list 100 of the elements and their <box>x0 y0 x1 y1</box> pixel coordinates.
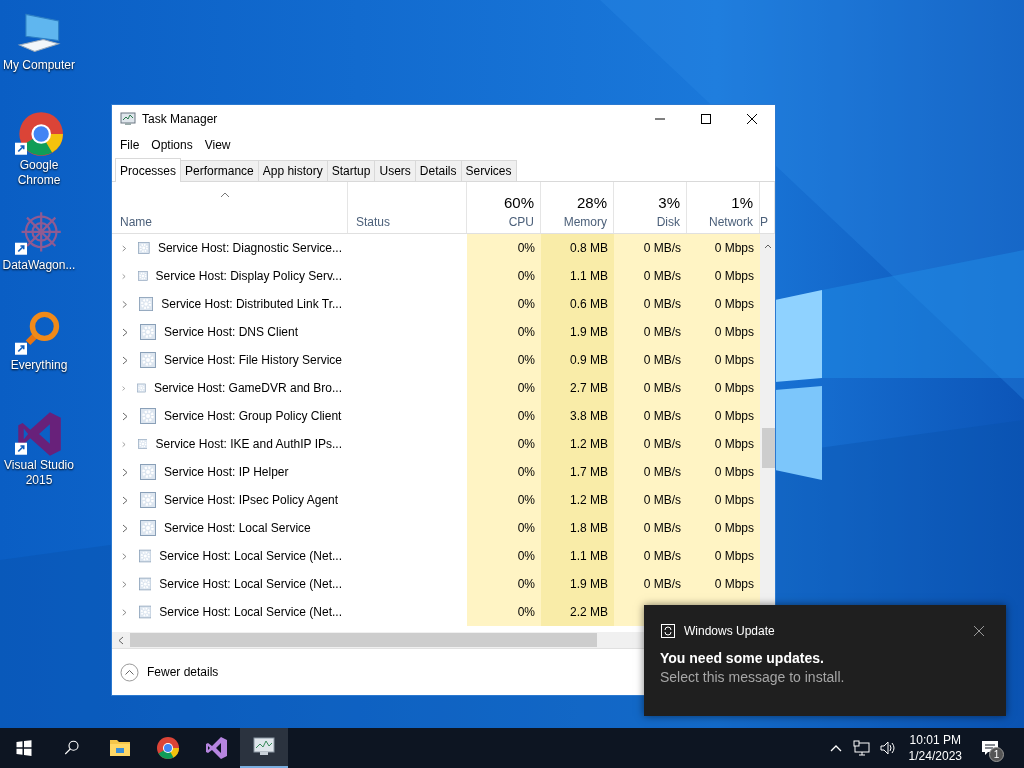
menu-item[interactable]: File <box>114 138 146 152</box>
column-header[interactable]: Memory <box>563 215 607 229</box>
table-cell: 0 Mbps <box>687 402 760 430</box>
table-cell: 0 MB/s <box>614 542 687 570</box>
update-icon <box>660 623 676 639</box>
column-percent: 28% <box>576 194 607 211</box>
column-header[interactable]: CPU <box>508 215 534 229</box>
network-icon[interactable] <box>851 738 872 758</box>
expand-chevron-icon[interactable] <box>122 411 128 421</box>
taskbar-app-button[interactable] <box>240 728 288 768</box>
table-cell: 0 MB/s <box>614 430 687 458</box>
column-header[interactable]: Disk <box>656 215 680 229</box>
tab[interactable]: Details <box>414 160 462 181</box>
monitor-icon <box>120 111 136 127</box>
clock-date[interactable]: 1/24/2023 <box>908 748 962 764</box>
table-cell: 0% <box>467 402 541 430</box>
expand-chevron-icon[interactable] <box>122 243 127 253</box>
expand-chevron-icon[interactable] <box>122 607 127 617</box>
column-header[interactable]: Status <box>356 215 460 229</box>
tab[interactable]: Performance <box>180 160 259 181</box>
tab[interactable]: Users <box>374 160 416 181</box>
notification-toast[interactable]: Windows Update You need some updates. Select this message to install. <box>644 605 1006 716</box>
table-cell: 0 MB/s <box>614 514 687 542</box>
expand-chevron-icon[interactable] <box>122 495 128 505</box>
table-cell: 0% <box>467 570 541 598</box>
table-cell: 0% <box>467 514 541 542</box>
gear-icon <box>140 492 156 508</box>
table-cell: 0 Mbps <box>687 262 760 290</box>
table-cell: 0 Mbps <box>687 514 760 542</box>
table-cell: 0% <box>467 542 541 570</box>
desktop-icon-label[interactable]: Visual Studio 2015 <box>1 458 77 488</box>
gear-icon <box>140 520 156 536</box>
process-name: Service Host: Display Policy Serv... <box>155 269 342 283</box>
scroll-left-icon[interactable] <box>118 635 124 645</box>
table-cell: 0 MB/s <box>614 234 687 262</box>
action-center-button[interactable]: 1 <box>970 728 1010 768</box>
table-cell: 3.8 MB <box>541 402 614 430</box>
table-cell: 0 MB/s <box>614 262 687 290</box>
table-cell: 1.2 MB <box>541 486 614 514</box>
process-name: Service Host: IKE and AuthIP IPs... <box>155 437 342 451</box>
expand-chevron-icon[interactable] <box>122 467 128 477</box>
expand-chevron-icon[interactable] <box>122 579 127 589</box>
search-icon <box>63 739 81 757</box>
table-cell: 0% <box>467 598 541 626</box>
process-name: Service Host: Local Service (Net... <box>159 577 342 591</box>
scroll-thumb[interactable] <box>762 428 775 468</box>
expand-chevron-icon[interactable] <box>122 523 128 533</box>
column-percent: 60% <box>503 194 534 211</box>
table-cell: 0 MB/s <box>614 570 687 598</box>
scroll-up-icon[interactable] <box>764 244 772 249</box>
close-button[interactable] <box>972 624 986 638</box>
process-name: Service Host: IPsec Policy Agent <box>164 493 339 507</box>
column-header[interactable]: Name <box>120 215 341 229</box>
desktop-icon-label[interactable]: Everything <box>1 358 77 373</box>
windows-logo-icon <box>15 739 33 757</box>
table-cell: 0% <box>467 346 541 374</box>
table-cell: 0 Mbps <box>687 234 760 262</box>
expand-chevron-icon[interactable] <box>122 327 128 337</box>
sort-caret-icon[interactable] <box>220 192 230 198</box>
gear-icon <box>138 240 150 256</box>
tab[interactable]: App history <box>257 160 328 181</box>
table-cell: 0 Mbps <box>687 542 760 570</box>
tab[interactable]: Processes <box>115 158 182 182</box>
menu-item[interactable]: View <box>198 138 237 152</box>
gear-icon <box>137 268 148 284</box>
table-cell: 0 MB/s <box>614 458 687 486</box>
desktop-icon-label[interactable]: My Computer <box>1 58 77 73</box>
expand-chevron-icon[interactable] <box>122 551 127 561</box>
table-cell: 0.8 MB <box>541 234 614 262</box>
maximize-icon <box>700 113 712 125</box>
expand-chevron-icon[interactable] <box>122 299 128 309</box>
toast-app-name: Windows Update <box>684 624 776 638</box>
expand-chevron-icon[interactable] <box>122 355 128 365</box>
tab[interactable]: Services <box>460 160 517 181</box>
gear-icon <box>140 324 156 340</box>
table-cell: 0% <box>467 318 541 346</box>
table-cell: 0% <box>467 290 541 318</box>
table-cell: 0 Mbps <box>687 290 760 318</box>
menu-item[interactable]: Options <box>145 138 199 152</box>
table-cell: 0% <box>467 430 541 458</box>
column-percent: 1% <box>731 194 753 211</box>
table-cell: 0 MB/s <box>614 374 687 402</box>
desktop-icon-label[interactable]: DataWagon... <box>1 258 77 273</box>
tab[interactable]: Startup <box>326 160 376 181</box>
process-name: Service Host: Local Service (Net... <box>159 605 342 619</box>
table-cell: 0 MB/s <box>614 486 687 514</box>
scroll-thumb[interactable] <box>130 633 597 647</box>
table-cell: 0 MB/s <box>614 346 687 374</box>
table-cell: 1.9 MB <box>541 570 614 598</box>
fewer-details-button[interactable]: Fewer details <box>120 662 219 682</box>
column-header[interactable]: P <box>760 215 768 229</box>
clock-time[interactable]: 10:01 PM <box>908 732 962 748</box>
table-cell: 0% <box>467 234 541 262</box>
gear-icon <box>137 436 148 452</box>
table-cell: 0.6 MB <box>541 290 614 318</box>
table-cell: 0% <box>467 486 541 514</box>
gear-icon <box>139 296 154 312</box>
column-header[interactable]: Network <box>709 215 753 229</box>
desktop-icon-label[interactable]: Google Chrome <box>1 158 77 188</box>
process-name: Service Host: Distributed Link Tr... <box>161 297 342 311</box>
